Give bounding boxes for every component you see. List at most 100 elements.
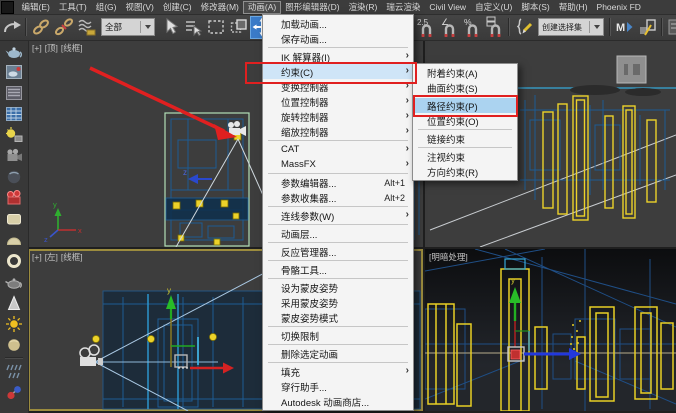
menu-item-massfx[interactable]: MassFX› (263, 157, 413, 172)
redo-icon[interactable] (0, 16, 23, 39)
menubar-item-rayvision[interactable]: 瑞云渲染 (382, 1, 425, 14)
menu-item-populate[interactable]: 填充› (263, 364, 413, 379)
menubar-item-civil-view[interactable]: Civil View (425, 1, 471, 14)
viewport-shaded[interactable]: y [明暗处理] (425, 249, 676, 411)
svg-text:y: y (167, 286, 171, 295)
menu-item-set-as-skin-pose[interactable]: 设为蒙皮姿势 (263, 280, 413, 295)
bind-to-space-warp-icon[interactable] (75, 16, 98, 39)
render-setup-icon[interactable] (3, 61, 25, 82)
menu-item-bone-tools[interactable]: 骨骼工具... (263, 262, 413, 277)
menu-item-toggle-limits[interactable]: 切换限制 (263, 328, 413, 343)
menu-item-lookat-constraint[interactable]: 注视约束 (413, 149, 517, 164)
menu-item-attachment-constraint[interactable]: 附着约束(A) (413, 65, 517, 80)
transform-gizmo[interactable]: y (508, 276, 581, 361)
menu-item-animation-layers[interactable]: 动画层... (263, 226, 413, 241)
menu-item-cat[interactable]: CAT› (263, 142, 413, 157)
menubar-item-tools[interactable]: 工具(T) (54, 1, 91, 14)
snap-toggle-2-5-icon[interactable]: 2.5 (414, 16, 437, 39)
menu-item-walkthrough-assistant[interactable]: 穿行助手... (263, 379, 413, 394)
select-and-link-icon[interactable] (29, 16, 52, 39)
menubar-item-scripting[interactable]: 脚本(S) (517, 1, 554, 14)
viewport-menu-plus[interactable]: [+] (32, 43, 42, 53)
selection-filter-dropdown[interactable]: 全部 (101, 18, 155, 36)
cone-icon[interactable] (3, 292, 25, 313)
menu-item-link-constraint[interactable]: 链接约束 (413, 131, 517, 146)
menubar-item-rendering[interactable]: 渲染(R) (344, 1, 382, 14)
viewport-label: [+][顶][线框] (32, 42, 86, 54)
viewport-menu-view[interactable]: [顶] (45, 43, 58, 53)
menu-item-animation-store[interactable]: Autodesk 动画商店... (263, 394, 413, 409)
viewport-menu-shading[interactable]: [线框] (61, 252, 83, 262)
camera-icon[interactable] (3, 145, 25, 166)
menu-separator (268, 242, 408, 243)
menubar-item-create[interactable]: 创建(C) (158, 1, 196, 14)
menu-item-ik-solvers[interactable]: IK 解算器(I)› (263, 49, 413, 64)
sun-icon[interactable] (3, 313, 25, 334)
window-crossing-icon[interactable] (227, 16, 250, 39)
menu-item-reaction-manager[interactable]: 反应管理器... (263, 244, 413, 259)
menubar-item-customize[interactable]: 自定义(U) (471, 1, 517, 14)
menu-item-constraints[interactable]: 约束(C)› (263, 64, 413, 79)
ground-plane-icon[interactable] (3, 208, 25, 229)
menu-item-scale-controllers[interactable]: 缩放控制器› (263, 124, 413, 139)
unlink-selection-icon[interactable] (52, 16, 75, 39)
menu-item-skin-pose-mode[interactable]: 蒙皮姿势模式 (263, 310, 413, 325)
angle-snap-icon[interactable]: ∠ (437, 16, 460, 39)
molecule-icon[interactable] (3, 382, 25, 403)
viewport-menu-view[interactable]: [左] (45, 252, 58, 262)
viewport-menu-plus[interactable]: [+] (32, 252, 42, 262)
menu-item-parameter-collector[interactable]: 参数收集器...Alt+2 (263, 190, 413, 205)
menu-item-wire-parameters[interactable]: 连线参数(W)› (263, 208, 413, 223)
menu-item-delete-selected-animation[interactable]: 删除选定动画 (263, 346, 413, 361)
sphere-icon[interactable] (3, 334, 25, 355)
menubar-item-help[interactable]: 帮助(H) (554, 1, 592, 14)
environment-sphere-icon[interactable] (3, 166, 25, 187)
menu-item-path-constraint[interactable]: 路径约束(P) (413, 98, 517, 113)
menu-separator (268, 278, 408, 279)
menu-item-load-animation[interactable]: 加载动画... (263, 16, 413, 31)
spinner-snap-icon[interactable] (483, 16, 506, 39)
menubar-item-animation[interactable]: 动画(A) (243, 1, 280, 14)
menubar-item-phoenix-fd[interactable]: Phoenix FD (592, 1, 645, 14)
submenu-arrow-icon: › (406, 365, 409, 376)
keyboard-shortcut-override-icon[interactable] (512, 16, 535, 39)
rain-icon[interactable] (3, 361, 25, 382)
viewcube[interactable] (617, 56, 646, 83)
menu-separator (268, 326, 408, 327)
menu-item-parameter-editor[interactable]: 参数编辑器...Alt+1 (263, 175, 413, 190)
menubar-item-group[interactable]: 组(G) (91, 1, 121, 14)
menu-item-transform-controllers[interactable]: 变换控制器› (263, 79, 413, 94)
select-by-name-icon[interactable] (181, 16, 204, 39)
menu-item-position-controllers[interactable]: 位置控制器› (263, 94, 413, 109)
state-sets-table-icon[interactable] (3, 103, 25, 124)
dome-icon[interactable] (3, 229, 25, 250)
select-object-icon[interactable] (158, 16, 181, 39)
menu-item-assume-skin-pose[interactable]: 采用蒙皮姿势 (263, 295, 413, 310)
layer-manager-icon[interactable] (665, 16, 676, 39)
menubar-item-graph-editors[interactable]: 图形编辑器(D) (281, 1, 344, 14)
render-teapot-icon[interactable] (3, 40, 25, 61)
named-selection-set-dropdown[interactable]: 创建选择集 (538, 18, 604, 36)
video-camera-icon[interactable] (3, 187, 25, 208)
viewport-menu-shading[interactable]: [明暗处理] (429, 252, 468, 262)
menu-item-rotation-controllers[interactable]: 旋转控制器› (263, 109, 413, 124)
menubar-item-modifiers[interactable]: 修改器(M) (196, 1, 243, 14)
ring-icon[interactable] (3, 250, 25, 271)
align-icon[interactable] (636, 16, 659, 39)
menu-item-surface-constraint[interactable]: 曲面约束(S) (413, 80, 517, 95)
rendered-frame-window-icon[interactable] (3, 82, 25, 103)
menubar-item-views[interactable]: 视图(V) (121, 1, 158, 14)
camera-object[interactable] (80, 345, 103, 366)
menubar-item-edit[interactable]: 编辑(E) (17, 1, 54, 14)
rectangular-selection-region-icon[interactable] (204, 16, 227, 39)
menu-item-save-animation[interactable]: 保存动画... (263, 31, 413, 46)
teapot-wire-icon[interactable] (3, 271, 25, 292)
percent-snap-icon[interactable]: % (460, 16, 483, 39)
app-icon[interactable] (1, 1, 14, 14)
menu-item-position-constraint[interactable]: 位置约束(O) (413, 113, 517, 128)
mirror-icon[interactable]: M (613, 16, 636, 39)
selected-objects-markers (173, 133, 241, 245)
menu-item-orientation-constraint[interactable]: 方向约束(R) (413, 164, 517, 179)
light-icon[interactable] (3, 124, 25, 145)
viewport-menu-shading[interactable]: [线框] (61, 43, 83, 53)
